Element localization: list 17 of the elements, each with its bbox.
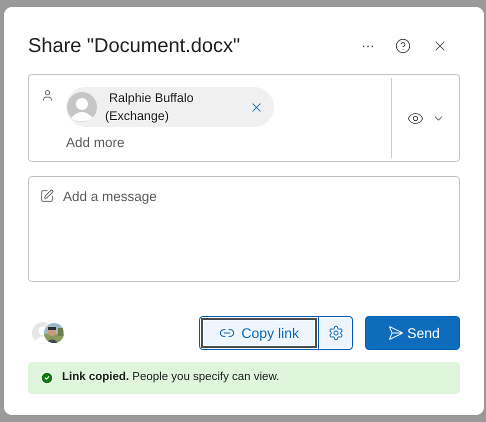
settings-icon: [328, 325, 344, 341]
banner-text: Link copied. People you specify can view.: [62, 370, 280, 386]
add-more-field[interactable]: Add more: [66, 133, 266, 154]
copy-link-button[interactable]: Copy link: [201, 318, 317, 348]
person-icon: [41, 89, 54, 102]
help-icon[interactable]: [395, 38, 411, 54]
more-button[interactable]: ···: [355, 36, 381, 56]
recipient-chip[interactable]: Ralphie Buffalo (Exchange): [66, 87, 274, 127]
message-field[interactable]: Add a message: [28, 176, 460, 282]
avatar-icon: [67, 92, 97, 122]
recipient-detail: (Exchange): [105, 108, 170, 125]
pen-icon: [40, 189, 54, 203]
check-icon: [40, 371, 54, 385]
recipient-name: Ralphie Buffalo: [108, 90, 195, 107]
send-button[interactable]: Send: [365, 316, 460, 350]
recipients-field[interactable]: Ralphie Buffalo (Exchange) Add more: [28, 74, 460, 162]
dialog-title: Share "Document.docx": [28, 34, 242, 59]
